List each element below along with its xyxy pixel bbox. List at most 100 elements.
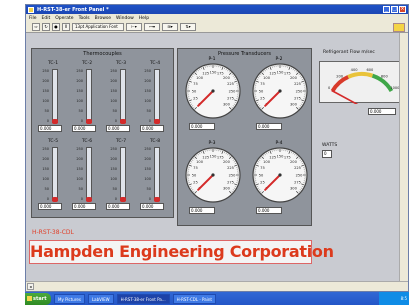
scale-tick-label: 250 <box>76 69 83 73</box>
thermometer-label: TC-4 <box>149 61 161 66</box>
pressure-gauge-p-2: P-202550751001251501752002252502753000.0… <box>248 57 310 137</box>
gauge-scale-label: 125 <box>202 72 209 76</box>
menu-tools[interactable]: Tools <box>79 16 90 21</box>
gauge-scale-label: 275 <box>227 181 234 185</box>
scale-tick-label: 0 <box>80 197 83 201</box>
gauge-scale-label: 50 <box>192 89 197 93</box>
gauge-scale-label: 25 <box>260 97 265 101</box>
gauge-scale-label: 100 <box>196 76 204 80</box>
thermometer-value: 0.000 <box>38 203 62 210</box>
menu-edit[interactable]: Edit <box>42 16 51 21</box>
scale-tick-label: 250 <box>144 69 151 73</box>
close-icon[interactable]: × <box>399 6 406 13</box>
thermometer-label: TC-1 <box>47 61 59 66</box>
minimize-icon[interactable]: _ <box>383 6 390 13</box>
thermometer-bulb <box>86 119 92 124</box>
flow-meter-scale-label: 0 <box>328 86 331 90</box>
scale-tick-label: 150 <box>42 89 49 93</box>
scale-tick-label: 250 <box>76 147 83 151</box>
toolbar: ⇨ ↻ ● Ⅱ 13pt Application Font ⊢▾ ⊶▾ ⊞▾ ⇅… <box>26 22 408 33</box>
scale-tick-label: 50 <box>78 187 83 191</box>
refrigerant-flow-meter: 0 200 400 600 800 1000 <box>319 61 403 109</box>
task-labview[interactable]: LabVIEW <box>87 293 114 304</box>
scroll-left-icon[interactable]: ◂ <box>27 283 34 290</box>
scale-tick-label: 100 <box>76 177 83 181</box>
thermometer-value: 0.000 <box>72 203 96 210</box>
gauge-scale-label: 50 <box>259 173 264 177</box>
scale-tick-label: 100 <box>144 99 151 103</box>
task-my-pictures[interactable]: My Pictures <box>54 293 85 304</box>
gauge-dial: 0255075100125150175200225250275300 <box>185 63 241 119</box>
vi-icon <box>393 23 405 32</box>
menu-browse[interactable]: Browse <box>95 16 111 21</box>
thermocouples-title: Thermocouples <box>83 51 122 57</box>
task-front-panel[interactable]: H-RST-38-er Front Pa... <box>116 293 170 304</box>
labview-window: H-RST-38-er Front Panel * _ □ × File Edi… <box>25 4 409 292</box>
maximize-icon[interactable]: □ <box>391 6 398 13</box>
pause-icon[interactable]: Ⅱ <box>62 23 70 31</box>
scale-tick-label: 200 <box>42 157 49 161</box>
gauge-scale-label: 300 <box>290 103 298 107</box>
scale-tick-label: 200 <box>144 79 151 83</box>
scale-tick-label: 50 <box>146 187 151 191</box>
gauge-hub <box>211 173 215 177</box>
resize-objects-icon[interactable]: ⊞▾ <box>162 23 178 31</box>
pressure-gauge-p-3: P-302550751001251501752002252502753000.0… <box>181 141 243 221</box>
gauge-scale-label: 25 <box>260 181 265 185</box>
thermometer-value: 0.000 <box>106 203 130 210</box>
scale-tick-label: 150 <box>76 167 83 171</box>
reorder-icon[interactable]: ⇅▾ <box>180 23 196 31</box>
thermometer-label: TC-8 <box>149 139 161 144</box>
thermometer-scale: 250 200 150 100 50 0 <box>38 147 49 201</box>
font-select[interactable]: 13pt Application Font <box>72 23 124 31</box>
gauge-scale-label: 125 <box>269 156 276 160</box>
thermometer-bulb <box>154 197 160 202</box>
gauge-scale-label: 225 <box>294 82 301 86</box>
thermometer-label: TC-2 <box>81 61 93 66</box>
run-continuous-icon[interactable]: ↻ <box>42 23 50 31</box>
scale-tick-label: 100 <box>110 177 117 181</box>
horizontal-scrollbar[interactable]: ◂ <box>26 281 408 291</box>
title-bar[interactable]: H-RST-38-er Front Panel * _ □ × <box>26 5 408 14</box>
gauge-scale-label: 50 <box>192 173 197 177</box>
thermometer-bulb <box>52 197 58 202</box>
gauge-hub <box>278 89 282 93</box>
align-objects-icon[interactable]: ⊢▾ <box>126 23 142 31</box>
task-paint[interactable]: H-RST-CDL - Paint <box>172 293 216 304</box>
gauge-scale-label: 100 <box>196 160 204 164</box>
scale-tick-label: 250 <box>110 147 117 151</box>
gauge-scale-label: 125 <box>269 72 276 76</box>
gauge-value: 0.000 <box>256 123 282 130</box>
distribute-objects-icon[interactable]: ⊶▾ <box>144 23 160 31</box>
front-panel: Thermocouples TC-1 250 200 150 100 50 0 0.000 TC… <box>26 33 403 283</box>
thermometer-bulb <box>86 197 92 202</box>
scale-tick-label: 50 <box>146 109 151 113</box>
thermometer-tube <box>52 69 58 123</box>
gauge-dial: 0255075100125150175200225250275300 <box>185 147 241 203</box>
start-button[interactable]: start <box>25 292 51 305</box>
scale-tick-label: 100 <box>144 177 151 181</box>
thermometer-tc-4: TC-4 250 200 150 100 50 0 0.000 <box>140 61 170 135</box>
menu-window[interactable]: Window <box>116 16 134 21</box>
thermometer-value: 0.000 <box>106 125 130 132</box>
gauge-scale-label: 250 <box>229 173 237 177</box>
flow-meter-needle <box>331 89 365 109</box>
vertical-scrollbar[interactable] <box>399 33 408 283</box>
abort-icon[interactable]: ● <box>52 23 60 31</box>
scale-tick-label: 0 <box>148 119 151 123</box>
thermometer-label: TC-3 <box>115 61 127 66</box>
gauge-scale-label: 200 <box>290 76 298 80</box>
menu-help[interactable]: Help <box>139 16 149 21</box>
gauge-value: 0.000 <box>256 207 282 214</box>
menu-operate[interactable]: Operate <box>55 16 73 21</box>
gauge-scale-label: 275 <box>227 97 234 101</box>
scale-tick-label: 150 <box>110 167 117 171</box>
thermometer-scale: 250 200 150 100 50 0 <box>72 147 83 201</box>
menu-file[interactable]: File <box>29 16 37 21</box>
run-arrow-icon[interactable]: ⇨ <box>32 23 40 31</box>
gauge-scale-label: 75 <box>260 82 265 86</box>
flow-meter-band <box>330 75 350 93</box>
watts-label: WATTS <box>322 143 338 148</box>
gauge-scale-label: 125 <box>202 156 209 160</box>
flow-meter-dial: 0200400 6008001000 <box>328 68 400 109</box>
